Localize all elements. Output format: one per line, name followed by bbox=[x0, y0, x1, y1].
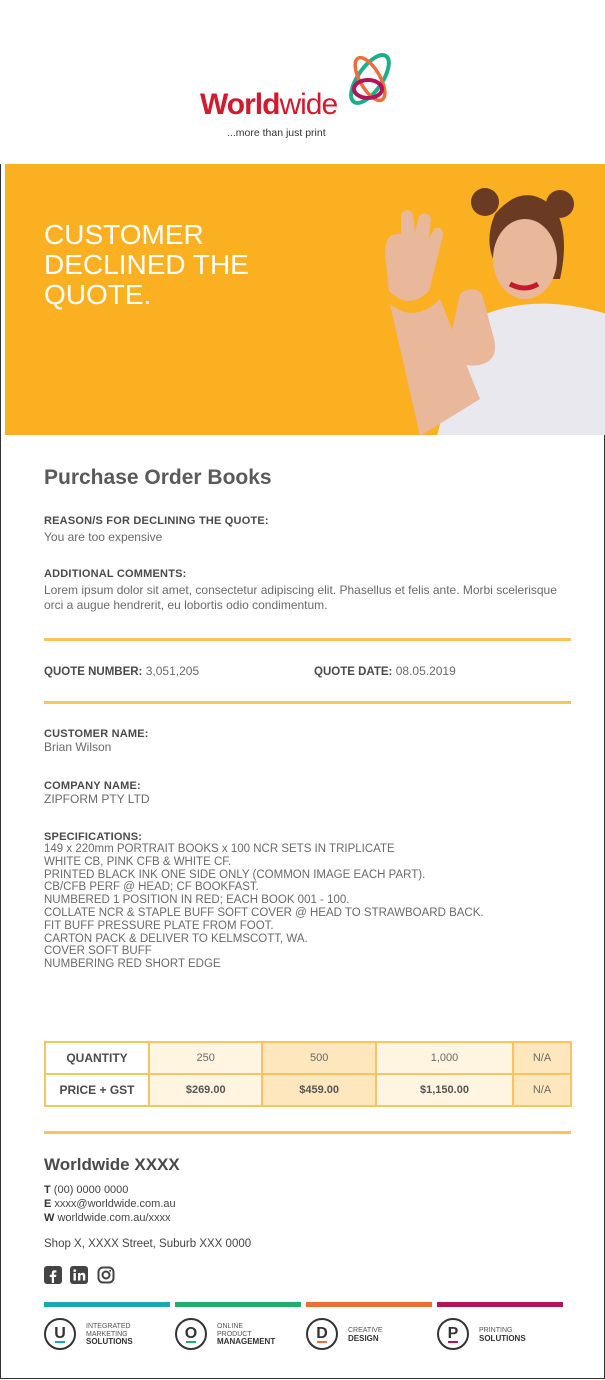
web-line: W worldwide.com.au/xxxx bbox=[44, 1211, 176, 1225]
hero-title-line: CUSTOMER bbox=[44, 219, 204, 250]
price-cell: N/A bbox=[512, 1073, 572, 1107]
email-label: E bbox=[44, 1198, 52, 1210]
worldwide-logo[interactable]: Worldwide ...more than just print bbox=[200, 44, 391, 144]
reason-label: REASON/S FOR DECLINING THE QUOTE: bbox=[44, 515, 269, 527]
division-logos: U INTEGRATED MARKETING SOLUTIONS O ONLINE P… bbox=[44, 1318, 574, 1358]
footer-contact: T (00) 0000 0000 E xxxx@worldwide.com.au… bbox=[44, 1183, 176, 1225]
phone-label: T bbox=[44, 1184, 51, 1196]
spec-line: NUMBERED 1 POSITION IN RED; EACH BOOK 00… bbox=[44, 894, 350, 907]
spec-line: COVER SOFT BUFF bbox=[44, 945, 152, 958]
division-text: CREATIVE DESIGN bbox=[348, 1327, 383, 1343]
divider bbox=[44, 638, 571, 641]
division-text: ONLINE PRODUCT MANAGEMENT bbox=[217, 1323, 276, 1346]
email-header: Worldwide ...more than just print bbox=[0, 0, 605, 164]
quote-date-value: 08.05.2019 bbox=[395, 664, 456, 678]
spec-line: COLLATE NCR & STAPLE BUFF SOFT COVER @ H… bbox=[44, 906, 484, 919]
logo-word-light: wide bbox=[279, 88, 338, 121]
quote-number-value: 3,051,205 bbox=[145, 664, 200, 678]
hero-title-line: DECLINED THE bbox=[44, 249, 249, 280]
spec-line: 149 x 220mm PORTRAIT BOOKS x 100 NCR SET… bbox=[44, 843, 395, 855]
bar-orange bbox=[306, 1302, 432, 1307]
p-badge-icon: P bbox=[437, 1318, 469, 1350]
quote-date-label: QUOTE DATE: bbox=[314, 666, 393, 678]
phone-value[interactable]: (00) 0000 0000 bbox=[54, 1184, 129, 1196]
linkedin-icon[interactable] bbox=[70, 1266, 89, 1284]
specs-list: 149 x 220mm PORTRAIT BOOKS x 100 NCR SET… bbox=[44, 843, 574, 971]
order-title: Purchase Order Books bbox=[44, 466, 272, 489]
reason-value: You are too expensive bbox=[44, 530, 163, 544]
price-cell: $1,150.00 bbox=[374, 1073, 515, 1107]
spec-line: NUMBERING RED SHORT EDGE bbox=[44, 958, 221, 971]
division-color-bars bbox=[44, 1302, 564, 1307]
comments-value: Lorem ipsum dolor sit amet, consectetur … bbox=[44, 583, 557, 612]
spec-line: CB/CFB PERF @ HEAD; CF BOOKFAST. bbox=[44, 881, 259, 894]
company-value: ZIPFORM PTY LTD bbox=[44, 792, 150, 806]
specs-label: SPECIFICATIONS: bbox=[44, 831, 143, 843]
division-text: PRINTING SOLUTIONS bbox=[479, 1327, 526, 1343]
bar-green bbox=[175, 1302, 301, 1307]
price-row: PRICE + GST $269.00 $459.00 $1,150.00 N/… bbox=[44, 1073, 572, 1107]
reason-section: REASON/S FOR DECLINING THE QUOTE: You ar… bbox=[44, 515, 574, 544]
logo-swirl-icon bbox=[349, 53, 391, 105]
spec-line: PRINTED BLACK INK ONE SIDE ONLY (COMMON … bbox=[44, 868, 426, 881]
quantity-cell: 500 bbox=[261, 1041, 377, 1075]
o-badge-icon: O bbox=[175, 1318, 207, 1350]
hero-title-line: QUOTE. bbox=[44, 279, 152, 310]
hero-banner: CUSTOMER DECLINED THE QUOTE. bbox=[5, 164, 605, 435]
quantity-cell: 250 bbox=[147, 1041, 264, 1075]
pricing-table: QUANTITY 250 500 1,000 N/A PRICE + GST $… bbox=[44, 1041, 572, 1107]
price-cell: $459.00 bbox=[261, 1073, 377, 1107]
web-link[interactable]: worldwide.com.au/xxxx bbox=[57, 1212, 170, 1224]
footer-address: Shop X, XXXX Street, Suburb XXX 0000 bbox=[44, 1238, 252, 1250]
specifications-section: SPECIFICATIONS: 149 x 220mm PORTRAIT BOO… bbox=[44, 831, 574, 971]
company-section: COMPANY NAME: ZIPFORM PTY LTD bbox=[44, 780, 574, 806]
web-label: W bbox=[44, 1212, 55, 1224]
logo-tagline: ...more than just print bbox=[227, 127, 326, 139]
spec-line: FIT BUFF PRESSURE PLATE FROM FOOT. bbox=[44, 919, 274, 932]
price-header: PRICE + GST bbox=[44, 1073, 150, 1107]
spec-line: WHITE CB, PINK CFB & WHITE CF. bbox=[44, 855, 232, 868]
logo-wordmark: Worldwide bbox=[200, 88, 338, 122]
quote-date: QUOTE DATE: 08.05.2019 bbox=[314, 664, 456, 678]
phone-line: T (00) 0000 0000 bbox=[44, 1183, 176, 1197]
hero-title: CUSTOMER DECLINED THE QUOTE. bbox=[44, 220, 304, 310]
facebook-icon[interactable] bbox=[44, 1266, 62, 1284]
footer-company-name: Worldwide XXXX bbox=[44, 1155, 180, 1174]
email-link[interactable]: xxxx@worldwide.com.au bbox=[54, 1198, 175, 1210]
instagram-icon[interactable] bbox=[97, 1266, 115, 1284]
logo-word-bold: World bbox=[200, 88, 280, 121]
customer-section: CUSTOMER NAME: Brian Wilson bbox=[44, 728, 574, 754]
quantity-cell: N/A bbox=[512, 1041, 572, 1075]
quantity-cell: 1,000 bbox=[374, 1041, 515, 1075]
social-links bbox=[44, 1266, 119, 1286]
customer-value: Brian Wilson bbox=[44, 740, 112, 754]
hero-woman-photo bbox=[385, 188, 605, 435]
quantity-header: QUANTITY bbox=[44, 1041, 150, 1075]
email-line: E xxxx@worldwide.com.au bbox=[44, 1197, 176, 1211]
price-cell: $269.00 bbox=[147, 1073, 264, 1107]
divider bbox=[44, 1131, 571, 1134]
divider bbox=[44, 701, 571, 704]
customer-label: CUSTOMER NAME: bbox=[44, 728, 149, 740]
company-label: COMPANY NAME: bbox=[44, 780, 141, 792]
quote-info-row: QUOTE NUMBER: 3,051,205 QUOTE DATE: 08.0… bbox=[44, 664, 574, 678]
quantity-row: QUANTITY 250 500 1,000 N/A bbox=[44, 1041, 572, 1075]
bar-magenta bbox=[437, 1302, 563, 1307]
bar-teal bbox=[44, 1302, 170, 1307]
comments-label: ADDITIONAL COMMENTS: bbox=[44, 568, 187, 580]
d-badge-icon: D bbox=[306, 1318, 338, 1350]
u-badge-icon: U bbox=[44, 1318, 76, 1350]
comments-section: ADDITIONAL COMMENTS: Lorem ipsum dolor s… bbox=[44, 568, 574, 613]
quote-number-label: QUOTE NUMBER: bbox=[44, 666, 143, 678]
division-text: INTEGRATED MARKETING SOLUTIONS bbox=[86, 1323, 133, 1346]
spec-line: CARTON PACK & DELIVER TO KELMSCOTT, WA. bbox=[44, 932, 308, 945]
